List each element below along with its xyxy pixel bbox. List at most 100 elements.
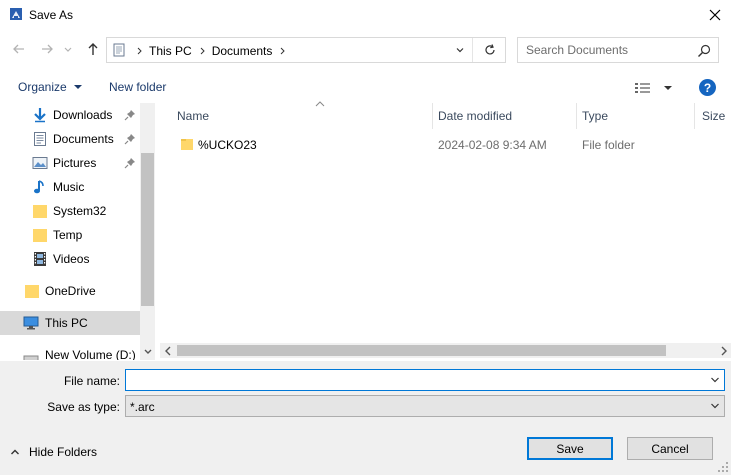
details-view-icon	[635, 83, 650, 93]
nav-pane-scroll-thumb[interactable]	[141, 153, 154, 306]
file-date-modified: 2024-02-08 9:34 AM	[438, 138, 547, 152]
help-button[interactable]: ?	[699, 79, 716, 96]
document-icon	[34, 132, 46, 146]
nav-item-temp[interactable]: Temp	[0, 223, 140, 247]
file-name-combobox	[125, 369, 725, 391]
drive-icon	[23, 355, 39, 360]
save-form: File name: Save as type: *.arc Hide Fold…	[0, 361, 731, 475]
pin-icon[interactable]	[124, 133, 136, 145]
arrow-up-icon	[88, 43, 98, 55]
column-header-type[interactable]: Type	[582, 103, 694, 129]
nav-item-label: Pictures	[53, 156, 97, 170]
arrow-right-icon	[42, 44, 53, 54]
breadcrumb-documents[interactable]: Documents	[212, 44, 273, 58]
column-divider[interactable]	[432, 103, 433, 129]
file-name-input[interactable]	[126, 370, 701, 390]
organize-label: Organize	[18, 80, 67, 94]
column-header-date-modified[interactable]: Date modified	[438, 103, 576, 129]
organize-button[interactable]: Organize	[18, 80, 84, 94]
cancel-button-label: Cancel	[651, 441, 689, 456]
recent-locations-button[interactable]	[62, 40, 74, 58]
chevron-down-icon	[456, 48, 463, 53]
nav-item-this-pc[interactable]: This PC	[0, 311, 140, 335]
search-icon[interactable]	[696, 43, 712, 59]
address-bar[interactable]: This PC Documents	[106, 37, 506, 63]
cancel-button[interactable]: Cancel	[627, 437, 713, 460]
column-name-label: Name	[177, 109, 210, 123]
folder-icon	[25, 285, 39, 298]
chevron-right-icon	[200, 47, 205, 55]
search-box	[517, 37, 719, 63]
up-button[interactable]	[84, 40, 102, 58]
nav-item-label: Music	[53, 180, 85, 194]
save-as-type-value: *.arc	[130, 400, 155, 414]
horizontal-scroll-thumb[interactable]	[177, 345, 666, 356]
hide-folders-button[interactable]: Hide Folders	[10, 445, 97, 459]
pin-icon[interactable]	[124, 109, 136, 121]
forward-button[interactable]	[38, 40, 56, 58]
new-folder-button[interactable]: New folder	[109, 80, 166, 94]
nav-item-downloads[interactable]: Downloads	[0, 103, 140, 127]
nav-item-music[interactable]: Music	[0, 175, 140, 199]
column-header-size[interactable]: Size	[702, 103, 731, 129]
scroll-down-button[interactable]	[140, 344, 155, 359]
chevron-left-icon	[164, 346, 170, 355]
nav-item-label: Downloads	[53, 108, 113, 122]
column-divider[interactable]	[694, 103, 695, 129]
new-folder-label: New folder	[109, 80, 167, 94]
column-header-name[interactable]: Name	[177, 101, 432, 129]
change-view-button[interactable]	[634, 78, 674, 98]
file-name-dropdown-button[interactable]	[709, 374, 721, 386]
nav-item-system32[interactable]: System32	[0, 199, 140, 223]
save-as-type-dropdown-button[interactable]	[709, 400, 721, 412]
refresh-icon	[485, 44, 495, 55]
chevron-right-icon	[137, 47, 142, 55]
nav-item-label: System32	[53, 204, 107, 218]
search-input[interactable]	[518, 38, 688, 62]
scroll-left-button[interactable]	[160, 343, 175, 358]
caret-down-icon	[664, 86, 672, 90]
folder-icon	[33, 229, 47, 242]
nav-pane-scrollbar[interactable]	[140, 103, 155, 360]
close-button[interactable]	[704, 5, 726, 25]
column-divider[interactable]	[576, 103, 577, 129]
close-icon	[709, 9, 721, 21]
monitor-icon	[23, 316, 39, 330]
navigation-bar: This PC Documents	[0, 34, 731, 66]
chevron-right-icon	[721, 346, 727, 355]
folder-icon	[33, 205, 47, 218]
address-dropdown-button[interactable]	[447, 38, 473, 62]
picture-icon	[32, 157, 48, 169]
resize-grip-icon[interactable]	[717, 461, 729, 473]
title-bar: Save As	[0, 0, 731, 30]
nav-item-onedrive[interactable]: OneDrive	[0, 279, 140, 303]
nav-item-label: Temp	[53, 228, 83, 242]
chevron-down-icon	[711, 403, 719, 409]
save-as-type-label: Save as type:	[47, 400, 120, 414]
download-arrow-icon	[34, 108, 46, 123]
back-button[interactable]	[10, 40, 28, 58]
nav-item-label: OneDrive	[45, 284, 96, 298]
help-icon: ?	[703, 80, 712, 95]
caret-down-icon	[73, 85, 82, 89]
scroll-right-button[interactable]	[716, 343, 731, 358]
hide-folders-label: Hide Folders	[29, 445, 98, 459]
nav-item-new-volume[interactable]: New Volume (D:)	[0, 343, 140, 360]
breadcrumb-this-pc[interactable]: This PC	[149, 44, 192, 58]
nav-item-videos[interactable]: Videos	[0, 247, 140, 271]
column-type-label: Type	[582, 109, 609, 123]
chevron-right-icon	[281, 47, 286, 55]
pin-icon[interactable]	[124, 157, 136, 169]
nav-item-pictures[interactable]: Pictures	[0, 151, 140, 175]
horizontal-scrollbar[interactable]	[160, 343, 731, 358]
column-size-label: Size	[702, 109, 726, 123]
nav-item-documents[interactable]: Documents	[0, 127, 140, 151]
file-row[interactable]: %UCKO23 2024-02-08 9:34 AM File folder	[176, 133, 716, 157]
save-button[interactable]: Save	[527, 437, 613, 460]
nav-item-label: Documents	[53, 132, 114, 146]
save-as-type-select[interactable]: *.arc	[125, 395, 725, 417]
refresh-button[interactable]	[474, 38, 506, 62]
folder-icon	[181, 139, 193, 150]
file-list-pane: Name Date modified Type Size %UCKO23 202…	[160, 101, 731, 360]
column-date-label: Date modified	[438, 109, 513, 123]
